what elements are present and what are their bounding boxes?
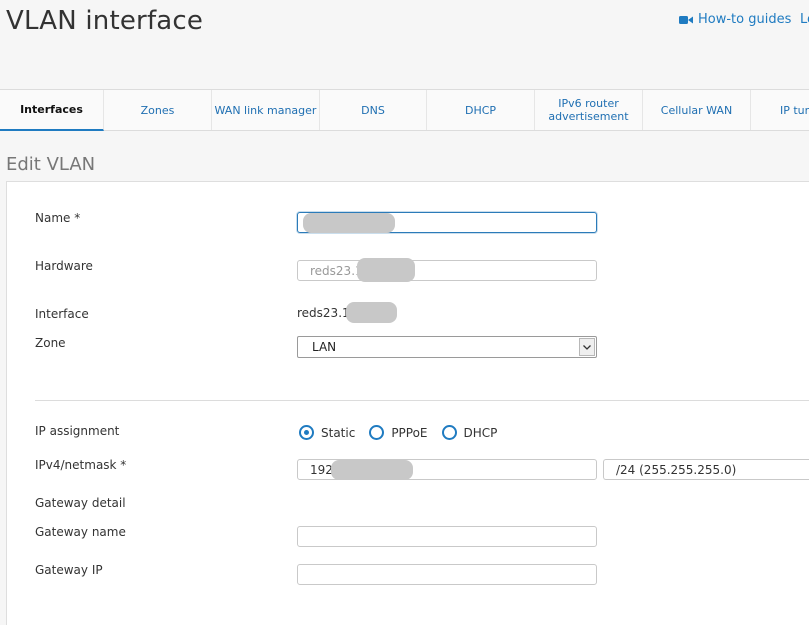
- ip-assignment-radio-group: Static PPPoE DHCP: [299, 425, 511, 440]
- radio-static[interactable]: Static: [299, 425, 355, 440]
- tab-dhcp[interactable]: DHCP: [427, 90, 535, 130]
- gateway-ip-label: Gateway IP: [35, 563, 103, 577]
- radio-pppoe[interactable]: PPPoE: [369, 425, 428, 440]
- redacted-hardware: [357, 258, 415, 282]
- tab-zones[interactable]: Zones: [104, 90, 212, 130]
- radio-pppoe-indicator: [369, 425, 385, 440]
- zone-dropdown-button[interactable]: [579, 338, 595, 356]
- section-divider: [35, 400, 809, 401]
- gateway-name-label: Gateway name: [35, 525, 126, 539]
- tab-ipv6-router-advertisement[interactable]: IPv6 router advertisement: [535, 90, 643, 130]
- netmask-select[interactable]: /24 (255.255.255.0): [603, 459, 809, 480]
- ip-assignment-label: IP assignment: [35, 424, 120, 438]
- how-to-guides-label: How-to guides: [698, 12, 792, 27]
- tab-interfaces[interactable]: Interfaces: [0, 90, 104, 131]
- radio-dhcp[interactable]: DHCP: [441, 425, 497, 440]
- zone-select[interactable]: LAN: [297, 336, 597, 358]
- interface-label: Interface: [35, 307, 89, 321]
- name-label: Name *: [35, 211, 81, 225]
- how-to-guides-link[interactable]: How-to guides: [679, 12, 791, 27]
- redacted-ipv4: [331, 460, 413, 480]
- tab-bar: Interfaces Zones WAN link manager DNS DH…: [0, 89, 809, 131]
- tab-dns[interactable]: DNS: [320, 90, 427, 130]
- vlan-interface-page: VLAN interface How-to guides Lo Interfac…: [0, 0, 809, 625]
- section-title: Edit VLAN: [6, 154, 96, 175]
- gateway-detail-label: Gateway detail: [35, 496, 126, 510]
- zone-label: Zone: [35, 336, 66, 350]
- chevron-down-icon: [583, 344, 591, 350]
- radio-static-indicator: [299, 425, 314, 440]
- redacted-name: [303, 213, 395, 233]
- radio-dhcp-indicator: [441, 425, 457, 440]
- zone-selected-value: LAN: [312, 340, 337, 354]
- video-camera-icon: [679, 15, 693, 24]
- tab-wan-link-manager[interactable]: WAN link manager: [212, 90, 320, 130]
- gateway-name-field[interactable]: [297, 526, 597, 547]
- tab-cellular-wan[interactable]: Cellular WAN: [643, 90, 751, 130]
- edit-vlan-panel: Name * Hardware reds23.1 Interface reds2…: [6, 181, 809, 625]
- ipv4-netmask-label: IPv4/netmask *: [35, 458, 127, 472]
- page-title: VLAN interface: [6, 6, 204, 36]
- tab-ip-tunnel[interactable]: IP tun: [751, 90, 809, 130]
- gateway-ip-field[interactable]: [297, 564, 597, 585]
- redacted-interface: [346, 302, 397, 323]
- hardware-label: Hardware: [35, 259, 93, 273]
- truncated-header-link[interactable]: Lo: [800, 12, 809, 27]
- interface-value: reds23.1: [297, 306, 350, 320]
- hardware-field: reds23.1: [297, 260, 597, 281]
